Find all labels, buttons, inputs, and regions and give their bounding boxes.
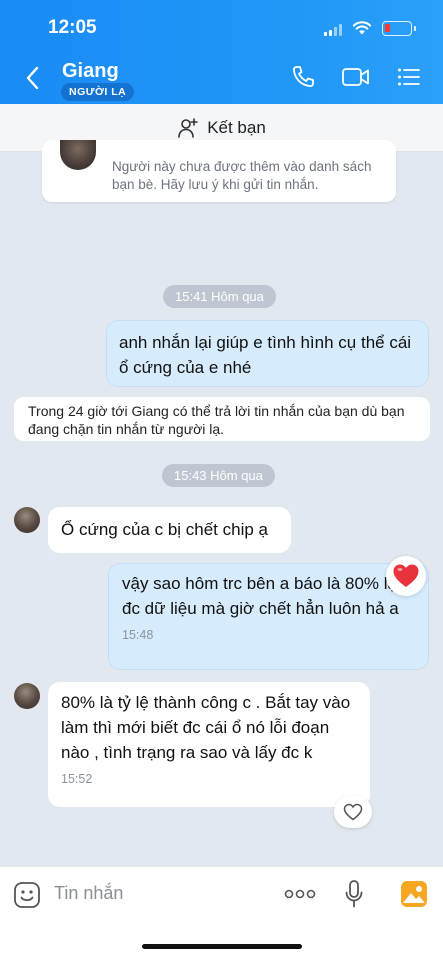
timestamp-divider: 15:43 Hôm qua xyxy=(162,464,275,487)
heart-reaction-icon[interactable] xyxy=(386,556,426,596)
back-icon[interactable] xyxy=(22,64,44,92)
system-notice: Trong 24 giờ tới Giang có thể trả lời ti… xyxy=(14,397,430,441)
stranger-notice-text: Người này chưa được thêm vào danh sách b… xyxy=(112,159,372,192)
message-input[interactable]: Tin nhắn xyxy=(54,883,123,904)
menu-icon[interactable] xyxy=(396,64,422,90)
home-indicator xyxy=(142,944,302,949)
image-gallery-icon[interactable] xyxy=(400,880,428,908)
react-heart-icon[interactable] xyxy=(334,796,372,828)
video-call-icon[interactable] xyxy=(341,64,371,90)
message-text: vậy sao hôm trc bên a báo là 80% lại đc … xyxy=(122,574,401,618)
message-time: 15:48 xyxy=(122,628,154,642)
message-text: anh nhắn lại giúp e tình hình cụ thể cái… xyxy=(119,333,412,377)
message-text: Ổ cứng của c bị chết chip ạ xyxy=(61,520,268,539)
stranger-badge: NGƯỜI LẠ xyxy=(61,83,135,101)
sticker-icon[interactable] xyxy=(13,881,41,909)
incoming-message[interactable]: Ổ cứng của c bị chết chip ạ xyxy=(48,507,291,553)
add-friend-icon xyxy=(178,117,198,138)
wifi-icon xyxy=(352,21,372,35)
contact-name[interactable]: Giang xyxy=(62,60,119,83)
phone-icon[interactable] xyxy=(290,64,316,90)
outgoing-message[interactable]: vậy sao hôm trc bên a báo là 80% lại đc … xyxy=(108,563,429,670)
outgoing-message[interactable]: anh nhắn lại giúp e tình hình cụ thể cái… xyxy=(106,320,429,387)
contact-avatar[interactable] xyxy=(14,683,40,709)
more-options-icon[interactable] xyxy=(284,888,316,900)
cellular-signal-icon xyxy=(324,24,342,36)
contact-avatar[interactable] xyxy=(14,507,40,533)
incoming-message[interactable]: 80% là tỷ lệ thành công c . Bắt tay vào … xyxy=(48,682,370,807)
chat-header: 12:05 Giang NGƯỜI LẠ xyxy=(0,0,443,104)
battery-icon xyxy=(382,21,416,36)
microphone-icon[interactable] xyxy=(344,879,364,909)
status-time: 12:05 xyxy=(48,17,97,38)
message-text: 80% là tỷ lệ thành công c . Bắt tay vào … xyxy=(61,693,351,762)
message-time: 15:52 xyxy=(61,772,93,786)
timestamp-divider: 15:41 Hôm qua xyxy=(163,285,276,308)
add-friend-label: Kết bạn xyxy=(207,117,266,137)
